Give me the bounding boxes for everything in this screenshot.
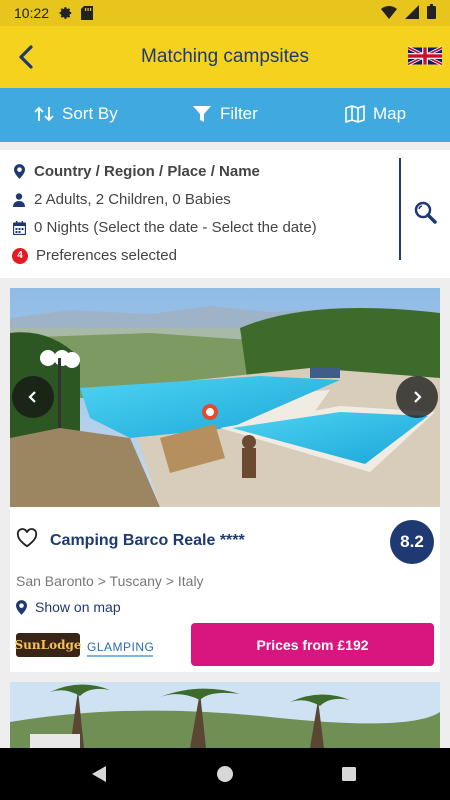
prices-button[interactable]: Prices from £192: [191, 623, 434, 666]
campsite-photo[interactable]: [10, 288, 440, 507]
back-icon: [19, 45, 33, 69]
preferences-count-badge: 4: [12, 247, 28, 264]
search-icon: [414, 201, 437, 224]
person-icon: [12, 192, 26, 207]
preferences-row[interactable]: 4 Preferences selected: [12, 247, 177, 264]
guests-row[interactable]: 2 Adults, 2 Children, 0 Babies: [12, 191, 231, 208]
settings-icon: [59, 6, 73, 20]
wifi-icon: [381, 5, 397, 22]
campsite-title-row: Camping Barco Reale ****: [16, 528, 245, 553]
nav-home-button[interactable]: [213, 762, 237, 786]
campsite-card[interactable]: Camping Barco Reale **** 8.2 San Baronto…: [10, 288, 440, 672]
back-button[interactable]: [10, 41, 42, 73]
map-icon: [345, 105, 365, 123]
divider: [399, 158, 401, 260]
chevron-left-icon: [28, 391, 36, 403]
nav-home-icon: [217, 766, 233, 782]
show-on-map-link[interactable]: Show on map: [16, 599, 121, 615]
nav-back-button[interactable]: [87, 762, 111, 786]
glamping-underline: [87, 655, 153, 657]
preferences-text: Preferences selected: [36, 247, 177, 264]
language-selector[interactable]: [407, 45, 443, 67]
signal-icon: [405, 4, 419, 22]
carousel-next-button[interactable]: [396, 376, 438, 418]
filter-button[interactable]: Filter: [192, 104, 258, 124]
location-pin-icon: [16, 599, 27, 615]
glamping-logo: GLAMPING: [87, 640, 155, 654]
app-bar: Matching campsites: [0, 26, 450, 88]
search-summary[interactable]: Country / Region / Place / Name 2 Adults…: [0, 150, 450, 278]
rating-score: 8.2: [390, 520, 434, 564]
campsite-location: San Baronto > Tuscany > Italy: [16, 573, 204, 589]
destination-row[interactable]: Country / Region / Place / Name: [12, 163, 260, 180]
search-button[interactable]: [410, 197, 440, 227]
destination-text: Country / Region / Place / Name: [34, 163, 260, 180]
nav-back-icon: [92, 766, 106, 782]
filter-icon: [193, 106, 211, 122]
status-bar: 10:22: [0, 0, 450, 26]
sort-label: Sort By: [62, 104, 118, 123]
guests-text: 2 Adults, 2 Children, 0 Babies: [34, 191, 231, 208]
campsite-name[interactable]: Camping Barco Reale ****: [50, 532, 245, 550]
page-title: Matching campsites: [141, 46, 309, 67]
sd-card-icon: [81, 6, 94, 20]
sunlodge-logo: SunLodge: [15, 633, 82, 657]
results-toolbar: Sort By Filter Map: [0, 88, 450, 142]
clock: 10:22: [14, 5, 50, 21]
battery-icon: [427, 4, 436, 22]
sort-button[interactable]: Sort By: [34, 104, 118, 124]
location-pin-icon: [12, 164, 26, 179]
nav-recents-button[interactable]: [337, 762, 361, 786]
filter-label: Filter: [220, 104, 258, 123]
system-nav-bar: [0, 748, 450, 800]
heart-icon[interactable]: [16, 528, 38, 553]
show-on-map-label: Show on map: [35, 599, 121, 615]
dates-text: 0 Nights (Select the date - Select the d…: [34, 219, 317, 236]
sort-icon: [34, 106, 54, 122]
map-button[interactable]: Map: [345, 104, 406, 124]
campsite-card-next[interactable]: [10, 682, 440, 748]
carousel-prev-button[interactable]: [12, 376, 54, 418]
dates-row[interactable]: 0 Nights (Select the date - Select the d…: [12, 219, 317, 236]
uk-flag-icon: [407, 45, 443, 67]
chevron-right-icon: [414, 391, 422, 403]
map-label: Map: [373, 104, 407, 123]
calendar-icon: [12, 220, 26, 235]
nav-recents-icon: [342, 767, 356, 781]
